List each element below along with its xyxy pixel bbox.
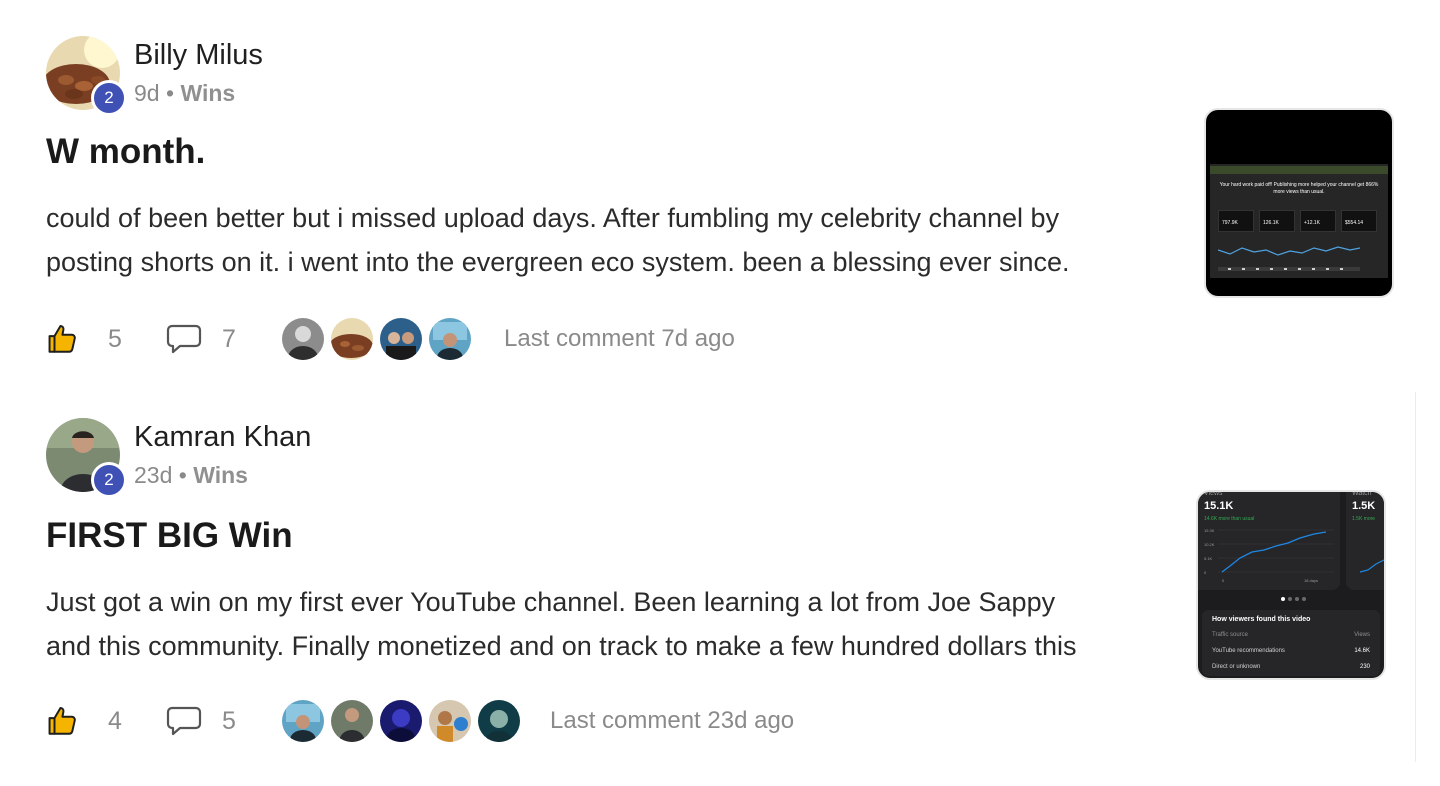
thumbnail-views-label: Views — [1204, 490, 1223, 497]
post-title[interactable]: FIRST BIG Win — [46, 516, 293, 556]
thumbnail-stat-value: +12.1K — [1304, 220, 1320, 226]
thumbnail-stat-card: 126.1K — [1259, 210, 1295, 232]
author-avatar-wrap[interactable]: 2 — [46, 36, 127, 116]
last-comment-time: Last comment 7d ago — [504, 325, 735, 352]
post-meta: 9d • Wins — [134, 80, 235, 107]
thumbnail-watch-value: 1.5K — [1352, 500, 1376, 512]
thumbnail-line-chart — [1218, 246, 1360, 256]
post-meta: 23d • Wins — [134, 462, 248, 489]
meta-separator: • — [178, 462, 187, 488]
thumbnail-list-row-value: 230 — [1359, 664, 1370, 670]
post-thumbnail[interactable]: Views 15.1K 14.6K more than usual 15.3K … — [1196, 490, 1386, 680]
thumbnail-watch-label: Watch — [1352, 490, 1372, 497]
commenter-avatar[interactable] — [427, 698, 473, 744]
thumbnail-stat-value: $554.14 — [1345, 220, 1364, 226]
meta-separator: • — [165, 80, 175, 106]
post-body[interactable]: Just got a win on my first ever YouTube … — [46, 580, 1176, 668]
thumbnail-views-value: 15.1K — [1204, 500, 1234, 512]
thumbnail-y-tick: 10.2K — [1204, 542, 1215, 547]
thumbnail-list-row-value: 14.6K — [1354, 648, 1370, 654]
thumbs-up-icon — [48, 706, 76, 735]
post-thumbnail[interactable]: Your hard work paid off! Publishing more… — [1204, 108, 1394, 298]
post-body-line: and this community. Finally monetized an… — [46, 631, 1077, 661]
level-badge: 2 — [91, 462, 127, 498]
like-count: 4 — [108, 706, 122, 735]
speech-bubble-icon — [166, 706, 202, 736]
commenter-avatars[interactable] — [280, 698, 525, 744]
thumbnail-watch-card: Watch 1.5K 1.5K more — [1346, 490, 1384, 590]
thumbnail-views-card: Views 15.1K 14.6K more than usual 15.3K … — [1198, 492, 1340, 590]
post-body-line: posting shorts on it. i went into the ev… — [46, 247, 1070, 277]
thumbnail-x-tick: 0 — [1222, 578, 1225, 583]
commenter-avatar[interactable] — [329, 698, 375, 744]
thumbnail-list-header: Traffic source — [1212, 632, 1249, 638]
post-age[interactable]: 9d — [134, 80, 160, 106]
thumbnail-list-header: Views — [1354, 632, 1370, 638]
comment-button[interactable] — [166, 314, 204, 364]
thumbnail-footer — [1218, 267, 1360, 271]
post-category[interactable]: Wins — [193, 462, 248, 488]
like-button[interactable] — [46, 696, 82, 746]
thumbnail-browser-bar — [1210, 166, 1388, 174]
comment-button[interactable] — [166, 696, 204, 746]
post-body-line: Just got a win on my first ever YouTube … — [46, 587, 1056, 617]
post-title[interactable]: W month. — [46, 132, 205, 172]
thumbs-up-icon — [48, 324, 76, 353]
author-name[interactable]: Kamran Khan — [134, 421, 311, 454]
thumbnail-stat-card: 797.9K — [1218, 210, 1254, 232]
thumbnail-watch-chart — [1360, 559, 1384, 573]
last-comment-time: Last comment 23d ago — [550, 707, 795, 734]
commenter-avatar[interactable] — [280, 316, 326, 362]
author-avatar-wrap[interactable]: 2 — [46, 418, 127, 498]
comment-count: 7 — [222, 324, 236, 353]
commenter-avatar[interactable] — [378, 698, 424, 744]
card-divider — [1415, 392, 1416, 762]
commenter-avatar[interactable] — [476, 698, 522, 744]
thumbnail-stat-cards: 797.9K 126.1K +12.1K $554.14 — [1218, 210, 1378, 232]
like-button[interactable] — [46, 314, 82, 364]
commenter-avatars[interactable] — [280, 316, 476, 362]
commenter-avatar[interactable] — [427, 316, 473, 362]
thumbnail-stat-card: $554.14 — [1341, 210, 1377, 232]
post-category[interactable]: Wins — [180, 80, 235, 106]
carousel-dots — [1281, 597, 1306, 601]
thumbnail-traffic-list: How viewers found this video Traffic sou… — [1202, 610, 1380, 676]
thumbnail-views-chart — [1218, 529, 1334, 573]
comment-count: 5 — [222, 706, 236, 735]
level-badge: 2 — [91, 80, 127, 116]
thumbnail-stat-card: +12.1K — [1300, 210, 1336, 232]
thumbnail-headline: Your hard work paid off! Publishing more… — [1219, 182, 1379, 195]
thumbnail-list-row-label: Direct or unknown — [1212, 664, 1261, 670]
post-card[interactable]: 2 Billy Milus 9d • Wins W month. could o… — [0, 0, 1420, 384]
speech-bubble-icon — [166, 324, 202, 354]
commenter-avatar[interactable] — [280, 698, 326, 744]
thumbnail-views-note: 14.6K more than usual — [1204, 516, 1255, 522]
post-age[interactable]: 23d — [134, 462, 172, 488]
thumbnail-list-row-label: YouTube recommendations — [1212, 648, 1285, 654]
author-name[interactable]: Billy Milus — [134, 39, 263, 72]
thumbnail-list-title: How viewers found this video — [1212, 616, 1311, 623]
commenter-avatar[interactable] — [378, 316, 424, 362]
like-count: 5 — [108, 324, 122, 353]
post-card[interactable]: 2 Kamran Khan 23d • Wins FIRST BIG Win J… — [0, 384, 1420, 786]
post-body-line: could of been better but i missed upload… — [46, 203, 1060, 233]
thumbnail-watch-note: 1.5K more — [1352, 516, 1376, 522]
thumbnail-stat-value: 126.1K — [1263, 220, 1279, 226]
thumbnail-y-tick: 0 — [1204, 570, 1207, 575]
thumbnail-y-tick: 5.1K — [1204, 556, 1213, 561]
thumbnail-y-tick: 15.3K — [1204, 528, 1215, 533]
commenter-avatar[interactable] — [329, 316, 375, 362]
thumbnail-x-tick: 18 days — [1304, 578, 1319, 583]
thumbnail-stat-value: 797.9K — [1222, 220, 1238, 226]
post-body[interactable]: could of been better but i missed upload… — [46, 196, 1176, 284]
